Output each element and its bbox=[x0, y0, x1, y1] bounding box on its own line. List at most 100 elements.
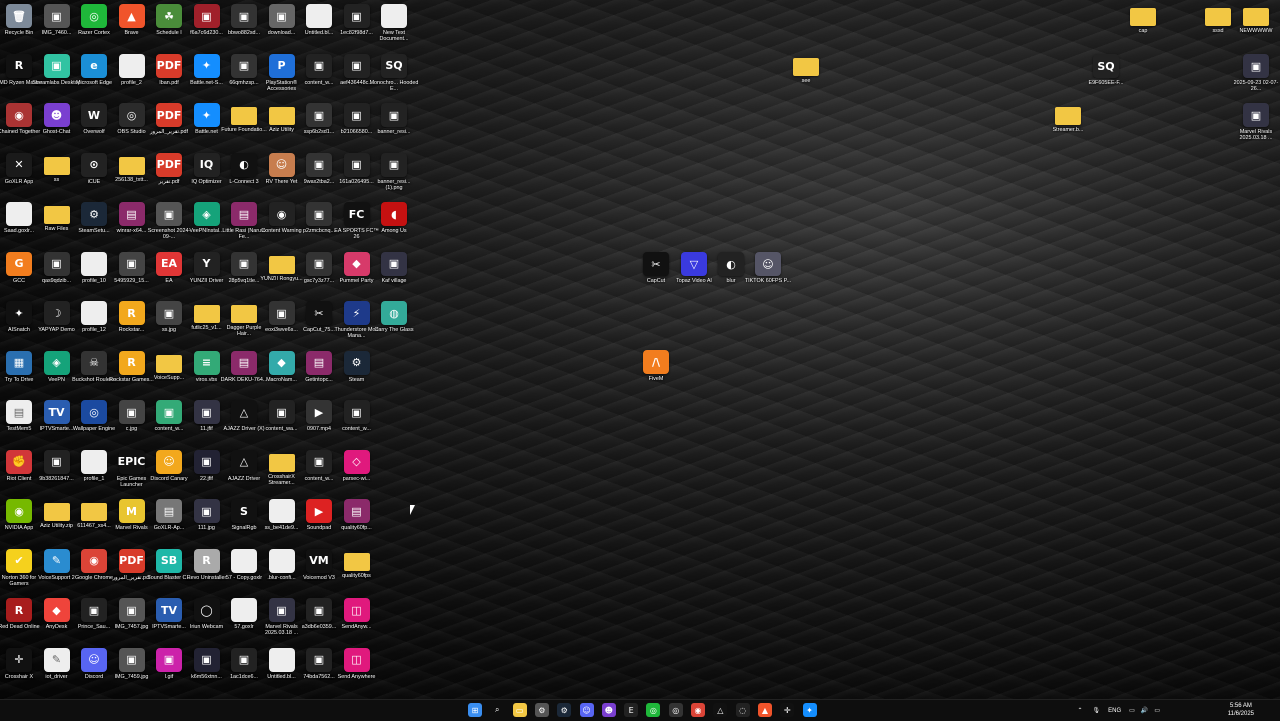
desktop-icon[interactable]: SQ E9F605EE-F... bbox=[1081, 54, 1131, 102]
desktop-icon[interactable]: ▣ banner_resi... (1).png bbox=[369, 152, 419, 201]
crosshair-icon[interactable]: ✛ bbox=[780, 703, 795, 717]
file-icon bbox=[118, 53, 145, 78]
text-file-icon bbox=[381, 4, 407, 28]
desktop-icon-label: Send Anywhere bbox=[337, 673, 376, 680]
riot-icon: ✊ bbox=[6, 449, 32, 474]
language-indicator[interactable]: ENG bbox=[1108, 708, 1121, 714]
image-icon: ▣ bbox=[231, 251, 257, 276]
capcut-icon: ✂ bbox=[643, 252, 669, 276]
aisnatch-icon: ✦ bbox=[6, 301, 32, 325]
file-icon bbox=[268, 647, 295, 672]
desktop-icon-label: banner_resi... bbox=[377, 129, 411, 135]
chrome-icon[interactable]: ◉ bbox=[691, 703, 705, 717]
desktop-icon[interactable]: see bbox=[781, 54, 831, 102]
image-icon: ▣ bbox=[156, 301, 182, 325]
settings-icon[interactable]: ⚙ bbox=[534, 703, 549, 717]
folder-icon bbox=[1243, 8, 1269, 26]
volume-icon[interactable]: 🔊 bbox=[1141, 707, 1148, 714]
chrome-icon: ◉ bbox=[81, 548, 107, 573]
image-icon: ▣ bbox=[268, 598, 295, 622]
game-icon: ☽ bbox=[43, 301, 70, 325]
obs-icon[interactable]: ◎ bbox=[668, 703, 683, 717]
winrar-icon: ▤ bbox=[231, 350, 257, 375]
brave-icon[interactable]: ▲ bbox=[757, 703, 772, 717]
battery-icon[interactable]: ▭ bbox=[1154, 707, 1160, 714]
desktop-icon[interactable]: Streamer.b... bbox=[1043, 103, 1093, 151]
fivem-icon: /\ bbox=[643, 350, 669, 374]
desktop-icon[interactable]: ◖ Among Us bbox=[369, 202, 419, 250]
desktop-icon[interactable]: ▣ Kaf village bbox=[369, 251, 419, 300]
winrar-icon: ▤ bbox=[306, 350, 332, 375]
image-icon: ▣ bbox=[193, 647, 220, 672]
folder-icon bbox=[81, 503, 107, 521]
game-icon: ◉ bbox=[6, 103, 32, 127]
network-icon[interactable]: ▭ bbox=[1129, 707, 1135, 714]
steam-icon[interactable]: ⚙ bbox=[557, 703, 572, 717]
razer-icon[interactable]: ◎ bbox=[646, 703, 661, 717]
folder-icon bbox=[231, 107, 257, 125]
epic-icon[interactable]: E bbox=[624, 703, 639, 717]
clock[interactable]: 5:56 AM 11/6/2025 bbox=[1228, 702, 1254, 718]
desktop-icon[interactable]: ☺ TIKTOK 60FPS P... bbox=[743, 252, 793, 300]
game-icon: ◍ bbox=[381, 301, 407, 325]
ghost-chat-icon[interactable]: ☻ bbox=[601, 703, 616, 717]
desktop-icon[interactable]: ▣ 2025-09-23 02-07-26... bbox=[1231, 54, 1280, 102]
image-icon: ▣ bbox=[118, 598, 145, 622]
send-anywhere-icon: ◫ bbox=[343, 647, 370, 672]
desktop-icon[interactable]: ◫ Send Anywhere bbox=[332, 647, 382, 696]
video-icon: ▶ bbox=[306, 400, 332, 424]
ajazz-icon[interactable]: △ bbox=[713, 703, 728, 717]
image-icon: ▣ bbox=[1243, 103, 1269, 127]
start-icon[interactable]: ⊞ bbox=[468, 703, 482, 717]
image-icon: ▣ bbox=[156, 647, 182, 672]
sound-blaster-icon: SB bbox=[156, 548, 182, 573]
capcut-icon: ✂ bbox=[306, 301, 332, 325]
app-icon[interactable]: ◌ bbox=[735, 703, 750, 717]
image-icon: ▣ bbox=[343, 103, 370, 127]
desktop-icon[interactable]: ▣ Marvel Rivals 2025.03.18 ... bbox=[1231, 103, 1280, 151]
file-explorer-icon[interactable]: ▭ bbox=[512, 703, 527, 717]
desktop-icon[interactable]: ▣ banner_resi... bbox=[369, 103, 419, 151]
playstation-icon: P bbox=[268, 53, 295, 78]
image-icon: ▣ bbox=[306, 202, 332, 226]
desktop-icon[interactable]: ⚙ Steam bbox=[332, 350, 382, 399]
image-icon: ▣ bbox=[193, 4, 220, 28]
desktop-icon[interactable]: ▣ content_w... bbox=[332, 400, 382, 448]
desktop-icon[interactable]: /\ FiveM bbox=[631, 350, 681, 398]
image-icon: SQ bbox=[1093, 54, 1119, 78]
image-icon: ▣ bbox=[43, 4, 70, 28]
iptv-icon: TV bbox=[156, 598, 182, 622]
gcc-icon: G bbox=[6, 251, 32, 276]
desktop-icon[interactable]: ◇ parsec-wi... bbox=[332, 449, 382, 498]
zip-icon bbox=[43, 503, 70, 521]
desktop-icon-label: cap bbox=[1138, 28, 1148, 34]
desktop-icon[interactable]: ◍ Carry The Glass bbox=[369, 301, 419, 349]
pdf-icon: PDF bbox=[156, 152, 182, 177]
desktop-icon-label: SendAnyw... bbox=[341, 624, 372, 630]
desktop-icon-label: New Text Document... bbox=[379, 30, 409, 42]
desktop-icon[interactable]: SQ Monochro... Hooded E... bbox=[369, 53, 419, 102]
image-icon: ▣ bbox=[306, 449, 332, 474]
image-icon: ▣ bbox=[381, 103, 407, 127]
desktop-icon[interactable]: NEWWWWW bbox=[1231, 4, 1280, 52]
system-tray: ⌃ 🎙 ENG ▭ 🔊 ▭ bbox=[1078, 702, 1161, 719]
desktop-icon[interactable]: New Text Document... bbox=[369, 4, 419, 52]
streamlabs-icon: ▣ bbox=[43, 53, 70, 78]
desktop-icon[interactable]: ◫ SendAnyw... bbox=[332, 598, 382, 646]
discord-icon[interactable]: ☺ bbox=[579, 703, 594, 717]
rockstar-icon: R bbox=[118, 301, 145, 325]
driver-icon: ✎ bbox=[43, 647, 70, 672]
microphone-icon[interactable]: 🎙 bbox=[1093, 707, 1101, 714]
search-icon[interactable]: ⌕ bbox=[490, 703, 504, 717]
image-icon: ▣ bbox=[231, 4, 257, 28]
epic-icon: EPIC bbox=[118, 449, 145, 474]
battlenet-icon[interactable]: ✦ bbox=[802, 703, 817, 717]
image-icon: ☺ bbox=[755, 252, 781, 276]
chevron-up-icon[interactable]: ⌃ bbox=[1078, 707, 1083, 714]
desktop-icon-label: TIKTOK 60FPS P... bbox=[744, 278, 792, 284]
desktop-icon[interactable]: cap bbox=[1118, 4, 1168, 52]
winrar-icon: ▤ bbox=[343, 499, 370, 523]
desktop-icon[interactable]: ▤ quality60fp... bbox=[332, 499, 382, 547]
desktop-icon[interactable]: quality60fps bbox=[332, 549, 382, 597]
rockstar-icon: R bbox=[118, 350, 145, 375]
